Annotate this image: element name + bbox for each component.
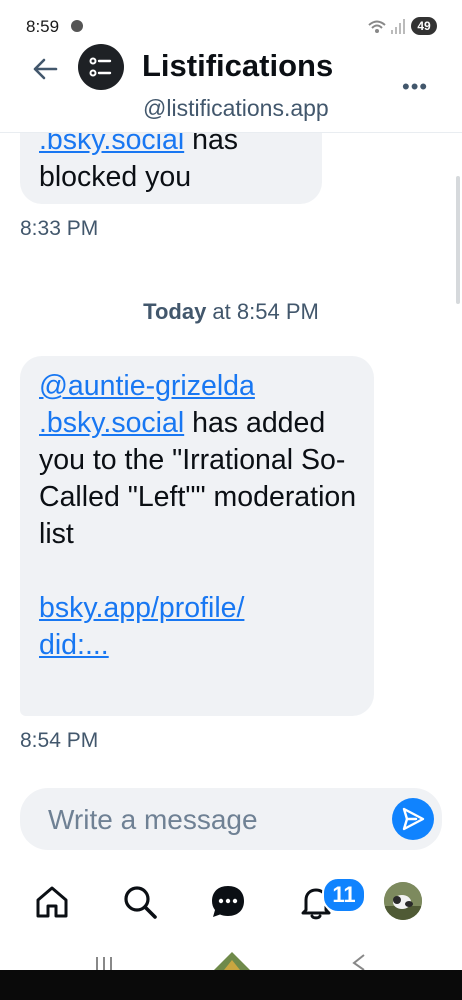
date-separator-time: 8:54 PM <box>236 299 319 324</box>
date-separator-day: Today <box>143 299 207 324</box>
message-bubble: @auntie-grizelda .bsky.social has added y… <box>20 356 374 716</box>
message-time: 8:54 PM <box>20 729 99 752</box>
system-nav-bar <box>0 940 462 970</box>
profile-avatar[interactable] <box>384 882 422 920</box>
screen-bottom-edge <box>0 970 462 1000</box>
status-time: 8:59 <box>26 17 60 36</box>
date-separator-connector: at <box>206 299 237 324</box>
profile-link-continued[interactable]: did:... <box>39 629 109 661</box>
search-icon[interactable] <box>118 880 162 924</box>
back-icon[interactable] <box>352 954 366 970</box>
profile-photo-icon <box>384 882 422 920</box>
recent-apps-icon[interactable] <box>94 956 114 970</box>
conversation-title[interactable]: Listifications <box>142 48 333 84</box>
conversation-handle[interactable]: @listifications.app <box>143 95 329 122</box>
notification-dot-icon <box>71 20 83 32</box>
list-icon <box>89 57 112 77</box>
message-text: @auntie-grizelda .bsky.social has added y… <box>39 368 369 664</box>
conversation-avatar[interactable] <box>78 44 124 90</box>
mention-link[interactable]: @auntie-grizelda <box>39 370 255 402</box>
battery-indicator: 49 <box>411 17 437 35</box>
message-input[interactable] <box>46 800 380 840</box>
mention-link-continued[interactable]: .bsky.social <box>39 407 184 439</box>
back-arrow-icon[interactable] <box>30 54 60 84</box>
scrollbar[interactable] <box>456 176 460 304</box>
notifications-badge: 11 <box>322 877 366 913</box>
more-options-icon[interactable]: ••• <box>402 74 428 100</box>
date-separator: Today at 8:54 PM <box>0 299 462 325</box>
conversation-header: Listifications @listifications.app ••• <box>0 38 462 133</box>
send-icon <box>402 807 425 831</box>
chat-icon[interactable] <box>206 880 250 924</box>
signal-icon <box>391 19 405 34</box>
message-time: 8:33 PM <box>20 217 99 240</box>
message-composer <box>20 788 442 850</box>
home-icon[interactable] <box>30 880 74 924</box>
message-text: .bsky.social has blocked you <box>39 122 322 196</box>
home-button-icon[interactable] <box>212 948 252 970</box>
wifi-icon <box>368 20 386 33</box>
profile-link[interactable]: bsky.app/profile/ <box>39 592 244 624</box>
send-button[interactable] <box>392 798 434 840</box>
